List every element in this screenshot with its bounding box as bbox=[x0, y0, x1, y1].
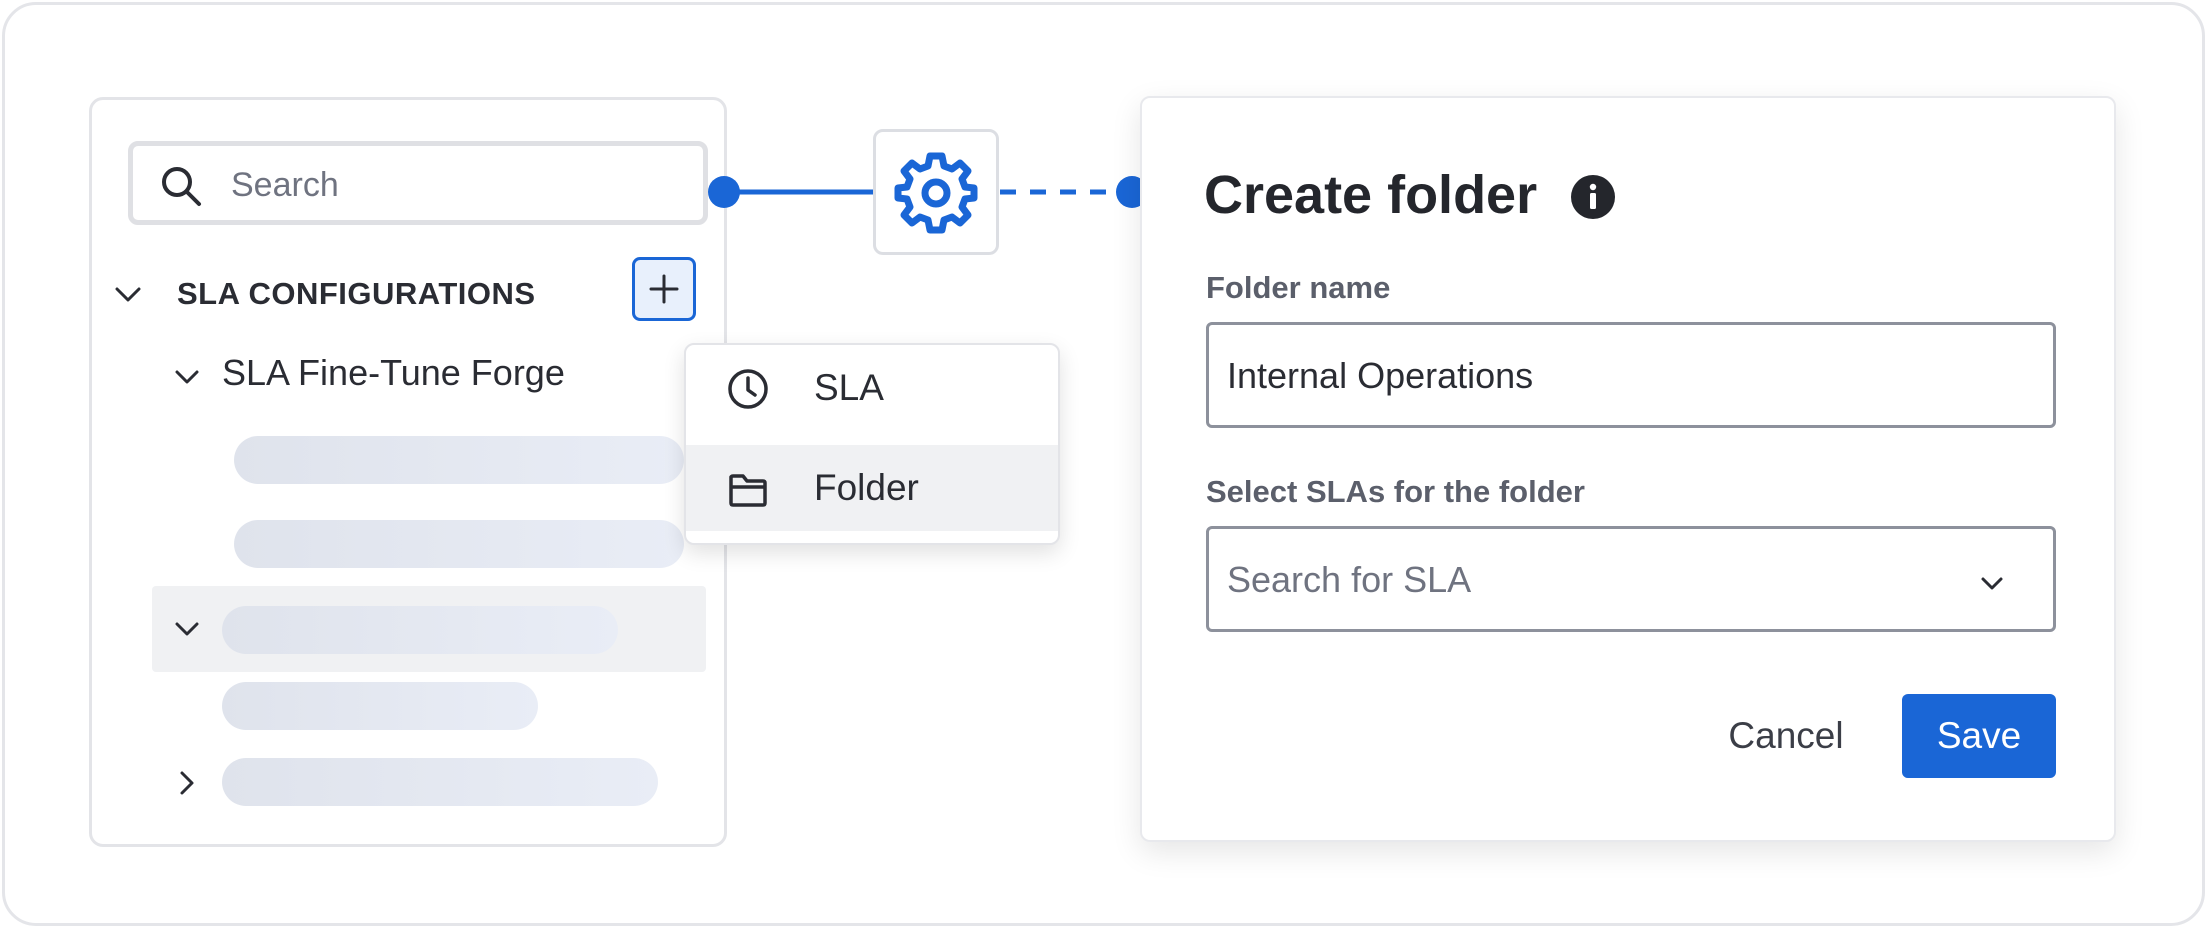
skeleton-placeholder bbox=[222, 682, 538, 730]
sla-select-dropdown[interactable]: Search for SLA bbox=[1206, 526, 2056, 632]
clock-icon bbox=[728, 369, 768, 409]
menu-item-folder[interactable]: Folder bbox=[686, 445, 1058, 531]
info-icon[interactable] bbox=[1570, 174, 1616, 220]
tree-folder-sla-fine-tune-forge[interactable]: SLA Fine-Tune Forge bbox=[172, 346, 592, 406]
add-menu: SLA Folder bbox=[684, 343, 1060, 545]
menu-item-label: Folder bbox=[814, 467, 919, 508]
folder-icon bbox=[729, 474, 767, 507]
section-title: SLA CONFIGURATIONS bbox=[177, 276, 536, 311]
folder-name-value: Internal Operations bbox=[1227, 355, 1534, 396]
chevron-right-icon[interactable] bbox=[172, 768, 202, 798]
chevron-down-icon[interactable] bbox=[172, 362, 202, 392]
skeleton-placeholder bbox=[222, 758, 658, 806]
dialog-title: Create folder bbox=[1204, 165, 1538, 225]
folder-name-label: Folder name bbox=[1206, 270, 1391, 305]
connector-dot-start bbox=[708, 176, 740, 208]
settings-node bbox=[873, 129, 999, 255]
skeleton-placeholder bbox=[234, 520, 684, 568]
cancel-button[interactable]: Cancel bbox=[1706, 694, 1866, 778]
search-placeholder: Search bbox=[231, 166, 339, 204]
menu-item-sla[interactable]: SLA bbox=[686, 345, 1058, 429]
menu-item-label: SLA bbox=[814, 367, 884, 408]
plus-icon bbox=[649, 274, 679, 304]
sla-select-placeholder: Search for SLA bbox=[1227, 559, 1472, 600]
chevron-down-icon[interactable] bbox=[112, 278, 144, 310]
create-folder-dialog: Create folder Folder name Internal Opera… bbox=[1140, 96, 2116, 842]
folder-name-field[interactable]: Internal Operations bbox=[1206, 322, 2056, 428]
chevron-down-icon[interactable] bbox=[172, 614, 202, 644]
sla-tree-panel: Search SLA CONFIGURATIONS SLA Fine-Tune … bbox=[89, 97, 727, 847]
gear-icon bbox=[894, 152, 978, 234]
skeleton-placeholder bbox=[222, 606, 618, 654]
add-button[interactable] bbox=[632, 257, 696, 321]
search-icon bbox=[162, 167, 201, 206]
save-button[interactable]: Save bbox=[1902, 694, 2056, 778]
tree-folder-label: SLA Fine-Tune Forge bbox=[222, 352, 565, 393]
sla-select-label: Select SLAs for the folder bbox=[1206, 474, 1585, 509]
search-input[interactable]: Search bbox=[128, 141, 708, 225]
skeleton-placeholder bbox=[234, 436, 684, 484]
section-header-sla-configurations[interactable]: SLA CONFIGURATIONS bbox=[112, 262, 712, 326]
chevron-down-icon bbox=[1981, 577, 2003, 590]
